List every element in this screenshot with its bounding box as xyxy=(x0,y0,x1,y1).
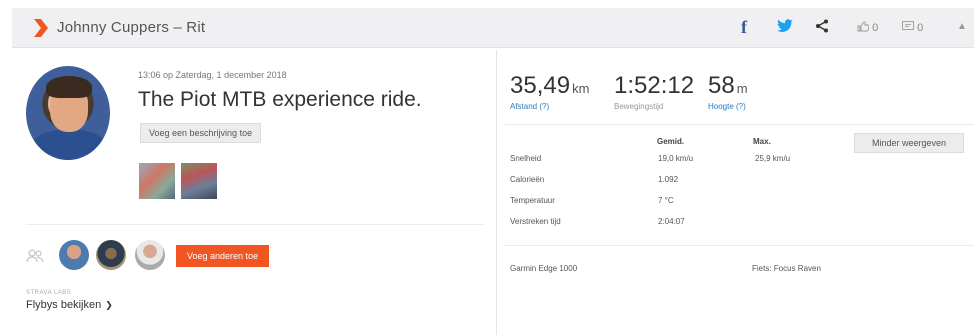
strava-labs-label: STRAVA LABS xyxy=(26,290,72,296)
row-avg: 19,0 km/u xyxy=(658,154,694,163)
equipment-divider xyxy=(505,245,974,246)
photo-thumbnail[interactable] xyxy=(139,163,175,199)
athlete-avatar[interactable] xyxy=(135,240,165,270)
moving-time-label: Bewegingstijd xyxy=(614,102,664,111)
comment-icon xyxy=(902,21,914,30)
table-row: Snelheid 19,0 km/u 25,9 km/u xyxy=(510,154,830,168)
collapse-caret-icon[interactable]: ▲ xyxy=(957,21,967,32)
kudos-button[interactable]: 0 xyxy=(857,21,878,34)
stat-distance: 35,49 km Afstand (?) xyxy=(510,72,589,111)
row-avg: 1.092 xyxy=(658,175,679,184)
row-max: 25,9 km/u xyxy=(755,154,791,163)
kudos-count: 0 xyxy=(872,22,879,34)
comments-button[interactable]: 0 xyxy=(902,21,923,34)
row-avg: 2:04:07 xyxy=(658,217,685,226)
chevron-right-icon: ❯ xyxy=(105,300,113,310)
add-others-button[interactable]: Voeg anderen toe xyxy=(176,245,270,267)
column-divider xyxy=(496,50,497,335)
section-divider xyxy=(26,224,484,225)
device-name: Garmin Edge 1000 xyxy=(510,264,578,273)
show-less-button[interactable]: Minder weergeven xyxy=(854,133,964,153)
athlete-avatar[interactable] xyxy=(96,240,126,270)
column-header-avg: Gemid. xyxy=(657,137,685,146)
row-label: Verstreken tijd xyxy=(510,217,561,226)
comments-count: 0 xyxy=(917,22,924,34)
distance-label[interactable]: Afstand (?) xyxy=(510,102,589,111)
distance-unit: km xyxy=(572,81,590,96)
activity-header: Johnny Cuppers – Rit f 0 0 ▲ xyxy=(12,8,974,48)
photo-thumbnail[interactable] xyxy=(181,163,217,199)
row-label: Temperatuur xyxy=(510,196,555,205)
twitter-icon[interactable] xyxy=(777,19,793,38)
thumbs-up-icon xyxy=(857,21,870,32)
stats-divider xyxy=(505,124,974,125)
row-avg: 7 °C xyxy=(658,196,674,205)
column-header-max: Max. xyxy=(753,137,771,146)
stat-moving-time: 1:52:12 Bewegingstijd xyxy=(614,72,694,111)
activity-datetime: 13:06 op Zaterdag, 1 december 2018 xyxy=(138,70,287,80)
share-icon[interactable] xyxy=(815,19,829,38)
elevation-unit: m xyxy=(736,81,748,96)
distance-value: 35,49 xyxy=(510,72,571,99)
facebook-icon[interactable]: f xyxy=(741,17,747,38)
add-description-button[interactable]: Voeg een beschrijving toe xyxy=(140,123,262,143)
elevation-value: 58 xyxy=(708,72,735,99)
bike-name[interactable]: Fiets: Focus Raven xyxy=(752,264,821,273)
row-label: Snelheid xyxy=(510,154,542,163)
activity-title[interactable]: The Piot MTB experience ride. xyxy=(138,88,422,112)
flybys-link[interactable]: Flybys bekijken ❯ xyxy=(26,299,113,311)
athlete-avatar[interactable] xyxy=(59,240,89,270)
group-people-icon xyxy=(26,249,44,263)
stat-elevation: 58 m Hoogte (?) xyxy=(708,72,748,111)
page-title: Johnny Cuppers – Rit xyxy=(57,19,206,36)
table-row: Temperatuur 7 °C xyxy=(510,196,830,210)
moving-time-value: 1:52:12 xyxy=(614,72,695,99)
table-row: Verstreken tijd 2:04:07 xyxy=(510,217,830,231)
table-row: Calorieën 1.092 xyxy=(510,175,830,189)
elevation-label[interactable]: Hoogte (?) xyxy=(708,102,748,111)
athlete-avatar[interactable] xyxy=(26,66,110,160)
flybys-label: Flybys bekijken xyxy=(26,299,102,311)
row-label: Calorieën xyxy=(510,175,545,184)
strava-chevron-icon xyxy=(34,19,48,37)
